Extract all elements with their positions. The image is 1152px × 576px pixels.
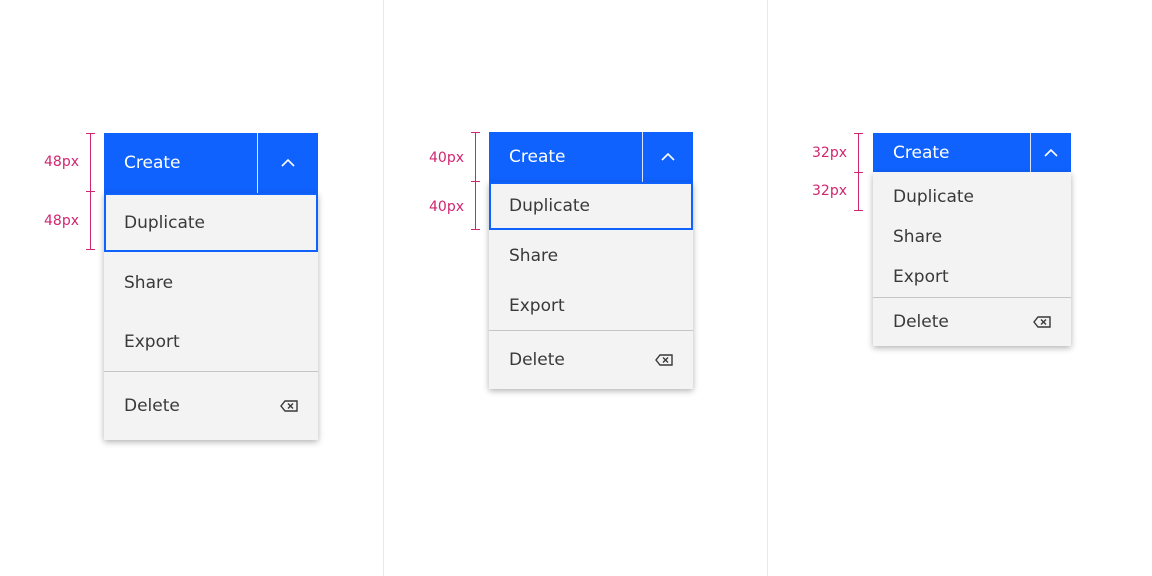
size-label: 32px xyxy=(812,183,847,199)
size-label: 40px xyxy=(429,150,464,166)
size-label: 40px xyxy=(429,199,464,215)
button-separator xyxy=(642,132,643,182)
size-label: 48px xyxy=(44,213,79,229)
chevron-up-icon[interactable] xyxy=(1031,133,1071,172)
menu-item-share[interactable]: Share xyxy=(873,217,1071,257)
create-button[interactable]: Create xyxy=(489,132,693,182)
create-button-label[interactable]: Create xyxy=(104,133,257,193)
menu-item-share[interactable]: Share xyxy=(104,253,318,313)
button-separator xyxy=(1030,133,1031,172)
panel-divider xyxy=(383,0,384,576)
menu-item-export[interactable]: Export xyxy=(104,313,318,371)
create-button[interactable]: Create xyxy=(104,133,318,193)
delete-label: Delete xyxy=(124,396,180,416)
menu-item-duplicate[interactable]: Duplicate xyxy=(873,177,1071,217)
dropdown-menu: Duplicate Share Export Delete xyxy=(489,182,693,389)
dropdown-menu: Duplicate Share Export Delete xyxy=(104,193,318,440)
menu-item-delete[interactable]: Delete xyxy=(489,331,693,389)
create-button[interactable]: Create xyxy=(873,133,1071,172)
size-label: 48px xyxy=(44,154,79,170)
dropdown-menu: Duplicate Share Export Delete xyxy=(873,172,1071,346)
menu-item-duplicate[interactable]: Duplicate xyxy=(489,182,693,230)
menu-item-delete[interactable]: Delete xyxy=(104,372,318,440)
chevron-up-icon[interactable] xyxy=(643,132,693,182)
menu-item-export[interactable]: Export xyxy=(873,257,1071,297)
size-label: 32px xyxy=(812,145,847,161)
delete-label: Delete xyxy=(509,350,565,370)
button-separator xyxy=(257,133,258,193)
delete-label: Delete xyxy=(893,312,949,332)
menu-item-export[interactable]: Export xyxy=(489,281,693,330)
backspace-icon xyxy=(280,400,298,412)
create-button-label[interactable]: Create xyxy=(873,133,1030,172)
create-button-label[interactable]: Create xyxy=(489,132,642,182)
panel-divider xyxy=(767,0,768,576)
backspace-icon xyxy=(655,354,673,366)
menu-item-duplicate[interactable]: Duplicate xyxy=(104,193,318,252)
menu-item-share[interactable]: Share xyxy=(489,231,693,281)
backspace-icon xyxy=(1033,316,1051,328)
menu-item-delete[interactable]: Delete xyxy=(873,298,1071,346)
chevron-up-icon[interactable] xyxy=(258,133,318,193)
